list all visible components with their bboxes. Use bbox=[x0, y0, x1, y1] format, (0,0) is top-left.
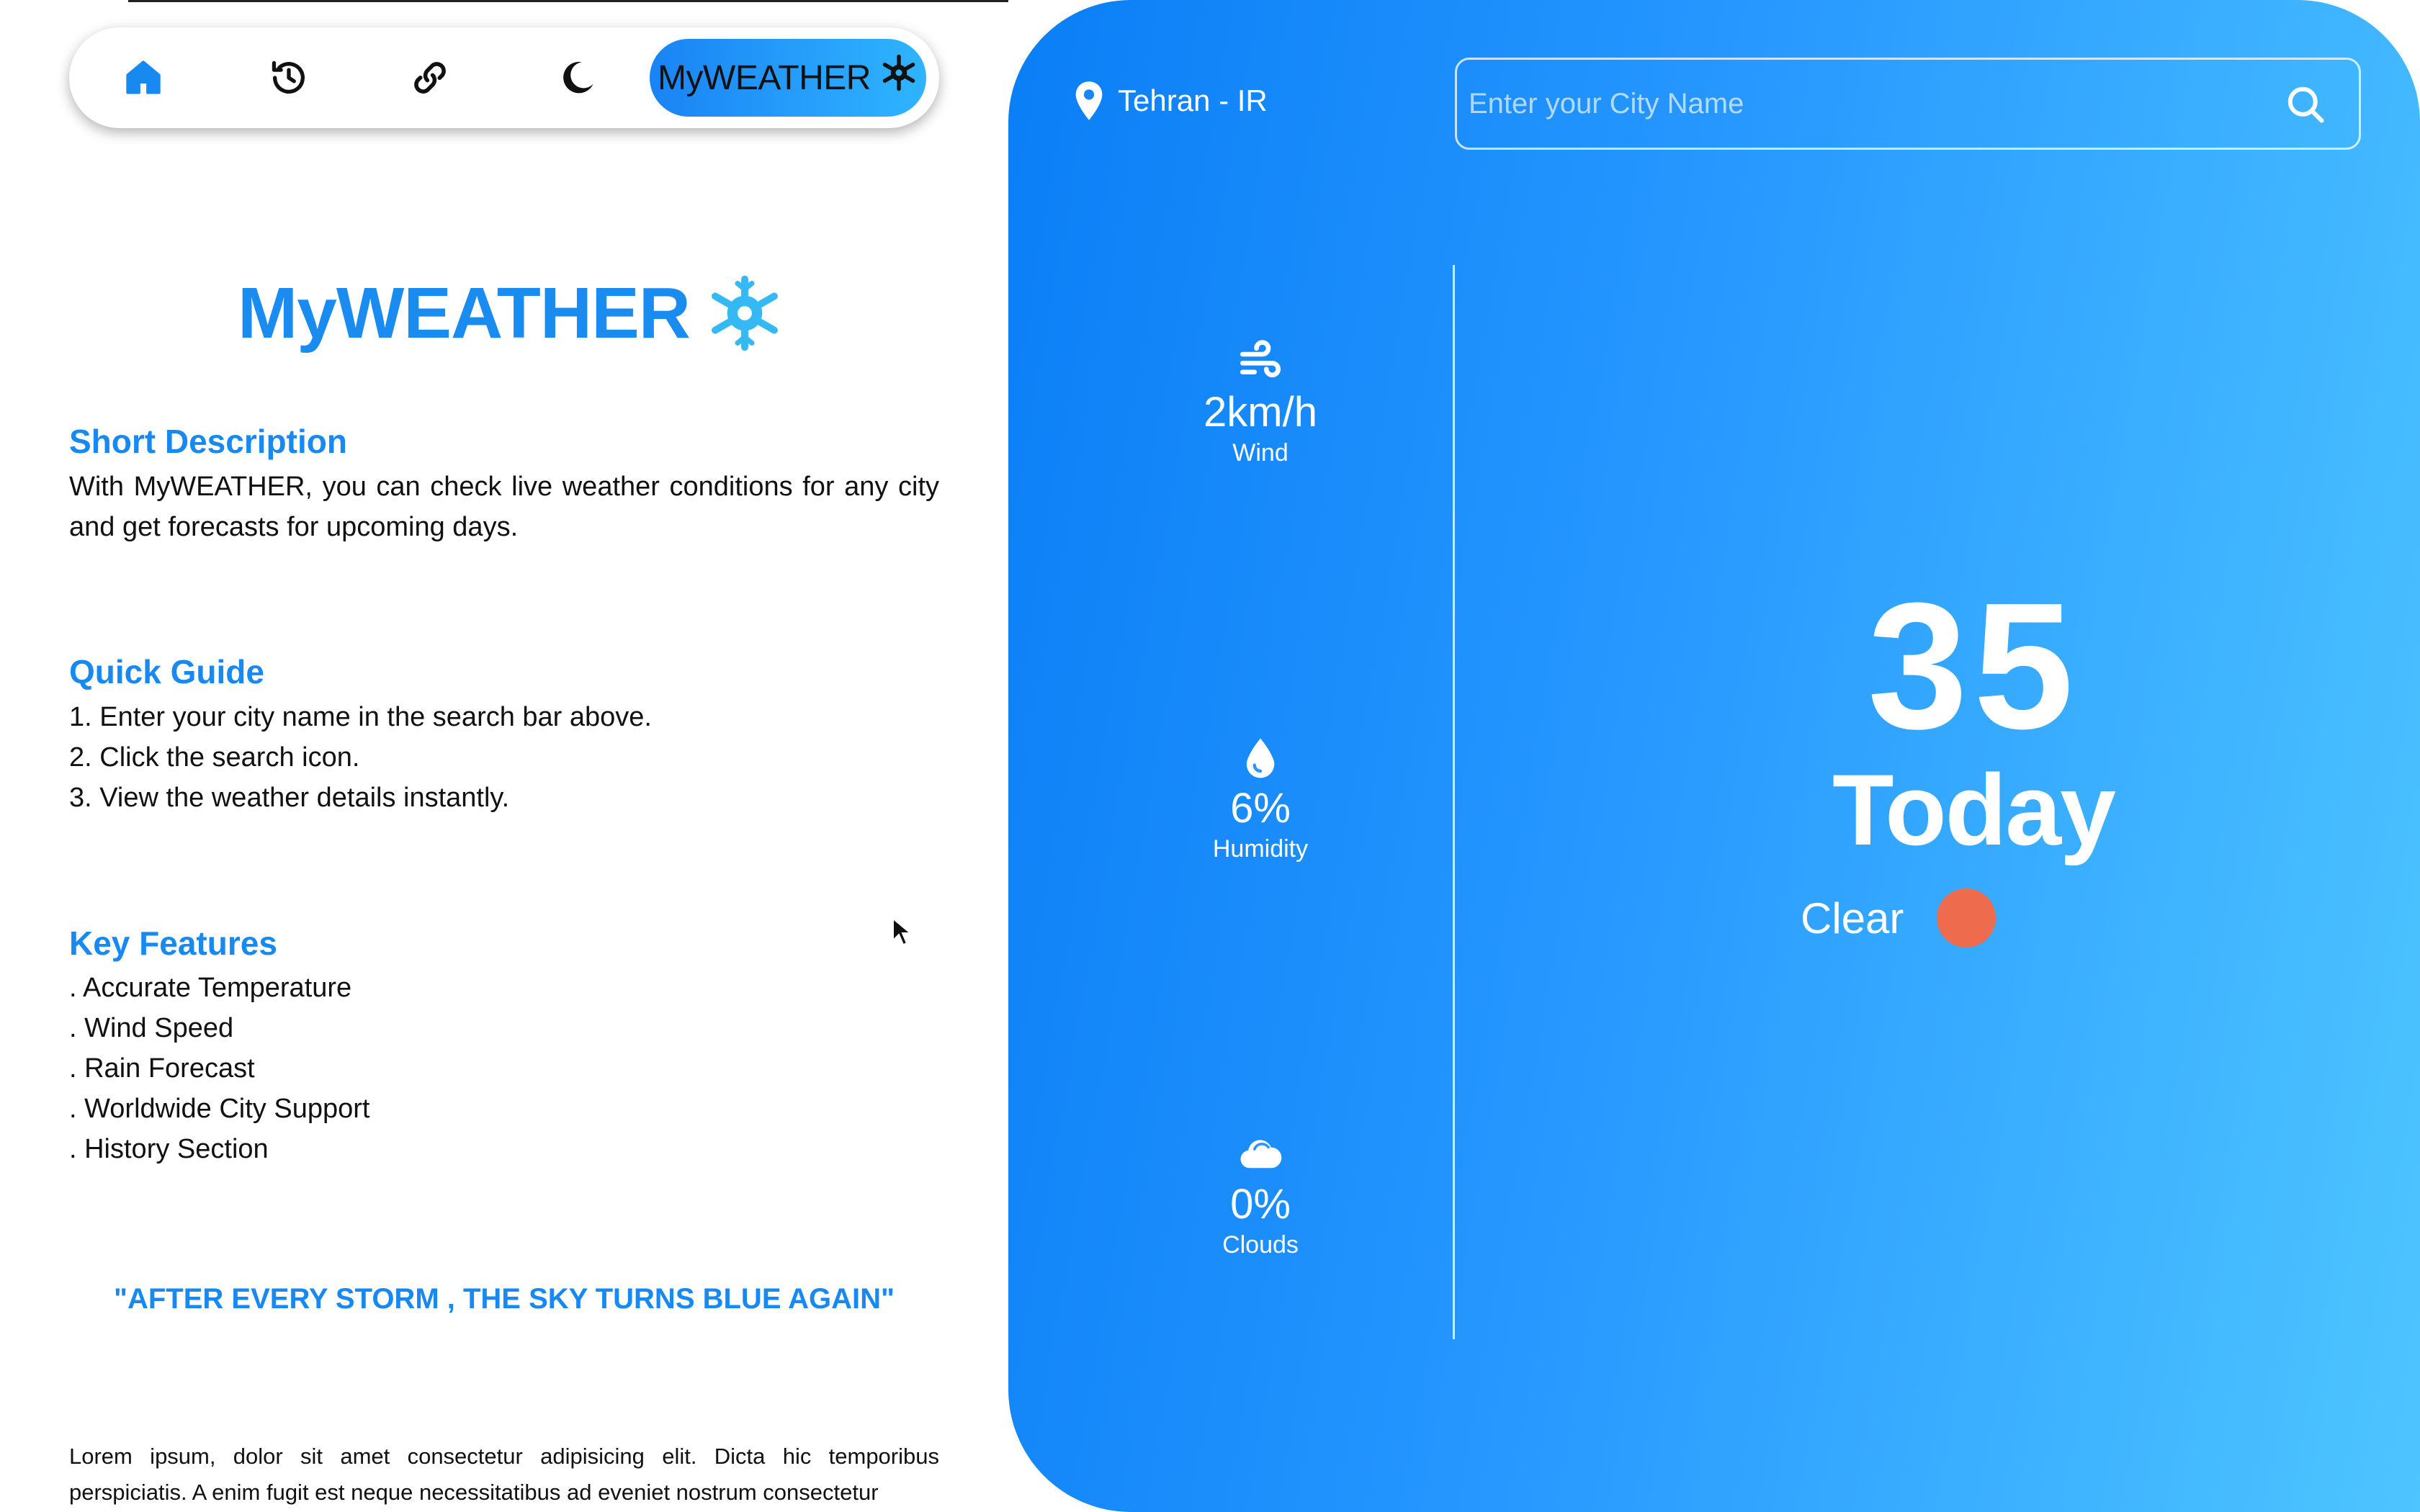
quick-guide-step: 3. View the weather details instantly. bbox=[69, 783, 510, 813]
short-description-heading: Short Description bbox=[69, 423, 347, 460]
key-feature-item: . Accurate Temperature bbox=[69, 973, 352, 1003]
search-icon bbox=[2287, 86, 2324, 123]
location-text: Tehran - IR bbox=[1118, 84, 1268, 117]
sun-icon bbox=[1937, 888, 1996, 948]
wind-value: 2km/h bbox=[1204, 389, 1317, 436]
snowflake-icon bbox=[882, 54, 915, 91]
link-icon bbox=[414, 62, 446, 94]
home-icon bbox=[126, 60, 161, 94]
lorem-paragraph: Lorem ipsum, dolor sit amet consectetur … bbox=[69, 1444, 939, 1505]
droplet-icon bbox=[1246, 738, 1275, 778]
key-features-heading: Key Features bbox=[69, 924, 277, 962]
top-navbar: MyWEATHER bbox=[69, 27, 939, 128]
quick-guide-step: 2. Click the search icon. bbox=[69, 742, 360, 773]
condition-text: Clear bbox=[1801, 894, 1904, 942]
wind-icon bbox=[1240, 340, 1281, 378]
map-pin-icon bbox=[1075, 81, 1103, 120]
clouds-value: 0% bbox=[1230, 1181, 1291, 1228]
mouse-cursor-icon bbox=[892, 917, 912, 946]
nav-brand-label: MyWEATHER bbox=[658, 58, 871, 97]
app-logo: MyWEATHER bbox=[238, 266, 784, 360]
wind-label: Wind bbox=[1232, 439, 1289, 467]
humidity-value: 6% bbox=[1230, 785, 1291, 832]
weather-condition: Clear bbox=[1801, 888, 1996, 948]
city-search-bar bbox=[1455, 58, 2361, 150]
clouds-stat: 0% Clouds bbox=[1152, 1130, 1368, 1260]
city-search-input[interactable] bbox=[1469, 60, 2246, 148]
key-feature-item: . Rain Forecast bbox=[69, 1053, 255, 1084]
cloud-icon bbox=[1240, 1140, 1282, 1169]
key-feature-item: . History Section bbox=[69, 1134, 269, 1164]
quick-guide-heading: Quick Guide bbox=[69, 653, 264, 690]
history-icon bbox=[272, 60, 305, 94]
key-feature-item: . Wind Speed bbox=[69, 1013, 234, 1043]
nav-home-button[interactable] bbox=[104, 45, 183, 111]
weather-panel: Tehran - IR 2km/h Wind 6% Humidity bbox=[1008, 0, 2420, 1512]
wind-stat: 2km/h Wind bbox=[1152, 338, 1368, 468]
day-label: Today bbox=[1832, 753, 2116, 866]
quick-guide-step: 1. Enter your city name in the search ba… bbox=[69, 702, 652, 732]
logo-text: MyWEATHER bbox=[238, 272, 691, 354]
humidity-stat: 6% Humidity bbox=[1152, 734, 1368, 864]
panel-divider bbox=[1453, 265, 1455, 1339]
location-display: Tehran - IR bbox=[1073, 81, 1268, 121]
nav-brand-button[interactable]: MyWEATHER bbox=[650, 39, 926, 117]
key-feature-item: . Worldwide City Support bbox=[69, 1094, 370, 1124]
clouds-label: Clouds bbox=[1222, 1231, 1299, 1259]
about-column: MyWEATHER MyWEATHER Short Description Wi… bbox=[0, 0, 1008, 1512]
nav-dark-mode-button[interactable] bbox=[538, 45, 617, 111]
nav-history-button[interactable] bbox=[249, 45, 328, 111]
humidity-label: Humidity bbox=[1212, 835, 1309, 863]
temperature-value: 35 bbox=[1867, 565, 2080, 766]
quick-guide-list: 1. Enter your city name in the search ba… bbox=[69, 697, 939, 818]
moon-icon bbox=[563, 61, 593, 94]
snowflake-icon bbox=[712, 275, 778, 351]
search-button[interactable] bbox=[2284, 83, 2327, 126]
key-features-list: . Accurate Temperature . Wind Speed . Ra… bbox=[69, 968, 939, 1169]
quote-text: "AFTER EVERY STORM , THE SKY TURNS BLUE … bbox=[114, 1283, 895, 1315]
short-description-text: With MyWEATHER, you can check live weath… bbox=[69, 472, 939, 542]
nav-links-button[interactable] bbox=[390, 45, 470, 111]
